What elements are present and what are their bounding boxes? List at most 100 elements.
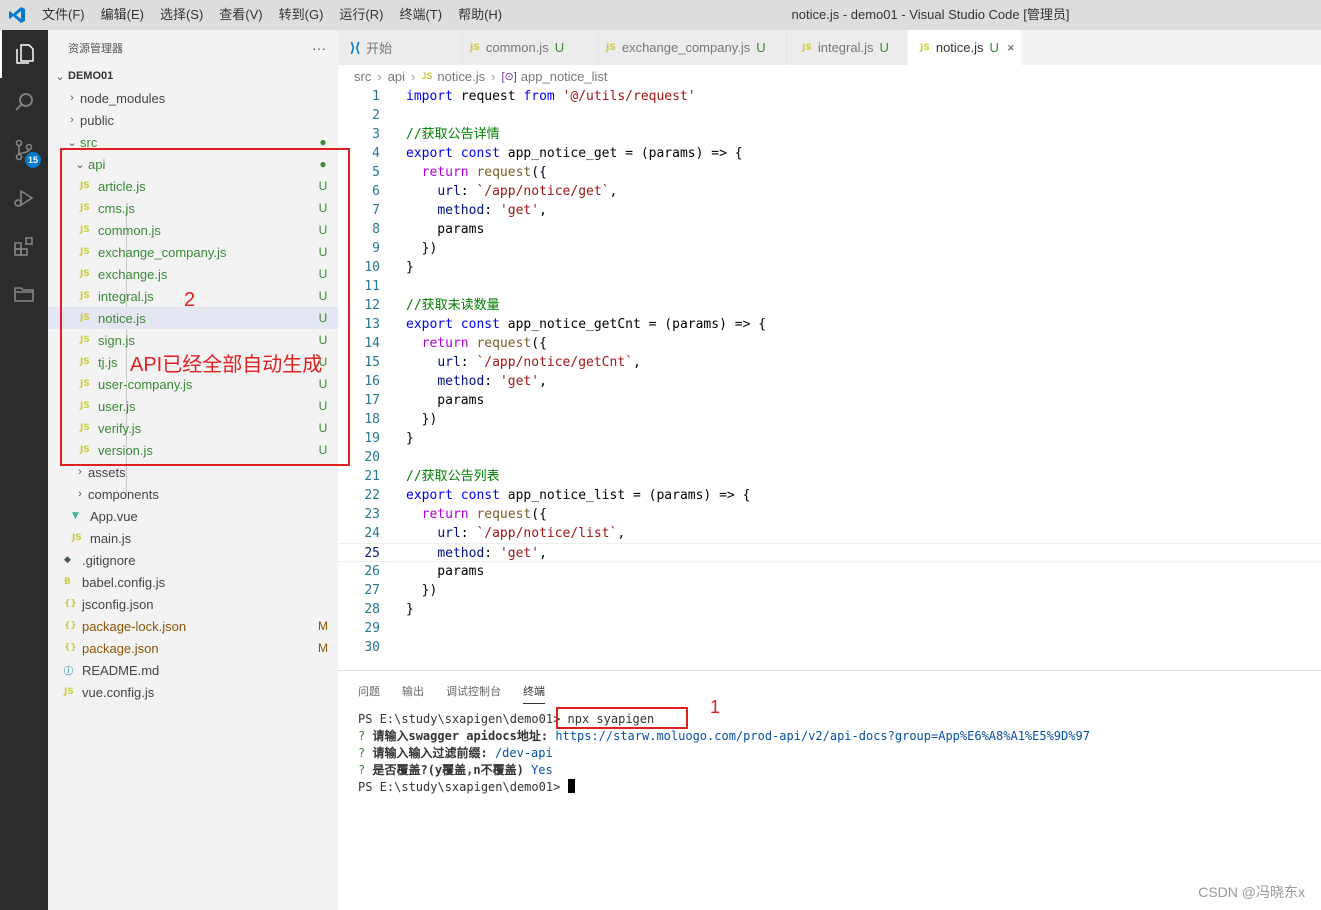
code-line[interactable]: 25 method: 'get', <box>338 543 1321 562</box>
tree-item[interactable]: ▼ App.vue <box>48 505 338 527</box>
menu-item[interactable]: 编辑(E) <box>93 0 152 30</box>
menu-item[interactable]: 转到(G) <box>271 0 332 30</box>
panel-tab[interactable]: 输出 <box>402 675 424 703</box>
more-actions-icon[interactable]: ··· <box>312 40 326 56</box>
tree-item[interactable]: ⓘ README.md <box>48 659 338 681</box>
code-line[interactable]: 4 export const app_notice_get = (params) … <box>338 144 1321 163</box>
breadcrumb-symbol[interactable]: app_notice_list <box>521 69 608 84</box>
breadcrumb-src[interactable]: src <box>354 69 371 84</box>
terminal-cursor <box>567 779 575 793</box>
code-text: //获取公告列表 <box>406 469 500 484</box>
code-line[interactable]: 21 //获取公告列表 <box>338 467 1321 486</box>
tree-item-label: README.md <box>82 662 160 678</box>
menu-item[interactable]: 查看(V) <box>211 0 270 30</box>
tree-item[interactable]: › components <box>48 483 338 505</box>
breadcrumb-file[interactable]: notice.js <box>437 69 485 84</box>
code-line[interactable]: 12//获取未读数量 <box>338 296 1321 315</box>
panel-tab[interactable]: 问题 <box>358 675 380 703</box>
code-text: return request({ <box>421 336 547 351</box>
code-line[interactable]: 6 url: `/app/notice/get`, <box>338 182 1321 201</box>
code-line[interactable]: 15 url: `/app/notice/getCnt`, <box>338 353 1321 372</box>
panel-tab[interactable]: 调试控制台 <box>446 675 501 703</box>
tree-item-label: public <box>80 112 114 128</box>
terminal-question-3: 是否覆盖?(y覆盖,n不覆盖) <box>372 763 524 777</box>
code-line[interactable]: 23 return request({ <box>338 505 1321 524</box>
code-line[interactable]: 22 export const app_notice_list = (params… <box>338 486 1321 505</box>
terminal-question-1: 请输入swagger apidocs地址: <box>372 729 549 743</box>
code-line[interactable]: 27 }) <box>338 581 1321 600</box>
editor-tab[interactable]: JS common.js U <box>458 30 594 65</box>
tree-item[interactable]: {} package-lock.json M <box>48 615 338 637</box>
tree-item[interactable]: Bbabel.config.js <box>48 571 338 593</box>
source-control-icon[interactable]: 15 <box>0 126 48 174</box>
tree-item[interactable]: ◆ .gitignore <box>48 549 338 571</box>
editor-tab[interactable]: ⟩⟨ 开始 <box>338 30 458 65</box>
terminal-link[interactable]: https://starw.moluogo.com/prod-api/v2/ap… <box>555 729 1090 743</box>
tab-label: exchange_company.js <box>621 40 751 55</box>
tree-item[interactable]: {} jsconfig.json <box>48 593 338 615</box>
menu-item[interactable]: 终端(T) <box>391 0 450 30</box>
code-line[interactable]: 24 url: `/app/notice/list`, <box>338 524 1321 543</box>
run-debug-icon[interactable] <box>0 174 48 222</box>
terminal-output[interactable]: PS E:\study\sxapigen\demo01> npx syapige… <box>358 711 1090 796</box>
tree-item[interactable]: › node_modules <box>48 87 338 109</box>
tree-item[interactable]: {} package.json M <box>48 637 338 659</box>
terminal-answer-2: /dev-api <box>494 746 553 760</box>
code-line[interactable]: 11 <box>338 277 1321 296</box>
code-line[interactable]: 13 export const app_notice_getCnt = (para… <box>338 315 1321 334</box>
search-icon[interactable] <box>0 78 48 126</box>
code-line[interactable]: 20 <box>338 448 1321 467</box>
file-type-icon: JS <box>64 687 74 697</box>
tab-label: notice.js <box>935 40 984 55</box>
chevron-down-icon: ⌄ <box>55 70 65 83</box>
code-line[interactable]: 14 return request({ <box>338 334 1321 353</box>
vscode-logo-icon <box>0 6 34 24</box>
code-line[interactable]: 28} <box>338 600 1321 619</box>
code-line[interactable]: 16 method: 'get', <box>338 372 1321 391</box>
tab-git-badge: U <box>756 40 766 55</box>
tree-item[interactable]: JS main.js <box>48 527 338 549</box>
menu-item[interactable]: 运行(R) <box>331 0 391 30</box>
code-line[interactable]: 26 params <box>338 562 1321 581</box>
code-text: url: `/app/notice/list`, <box>437 526 626 541</box>
code-line[interactable]: 18 }) <box>338 410 1321 429</box>
editor-tab[interactable]: JS integral.js U <box>790 30 908 65</box>
code-line[interactable]: 30 <box>338 638 1321 657</box>
menu-item[interactable]: 选择(S) <box>152 0 211 30</box>
code-line[interactable]: 29 <box>338 619 1321 638</box>
menu-item[interactable]: 文件(F) <box>34 0 93 30</box>
breadcrumb-api[interactable]: api <box>388 69 405 84</box>
file-type-icon: JS <box>72 533 82 543</box>
code-line[interactable]: 1 import request from '@/utils/request' <box>338 87 1321 106</box>
tree-item[interactable]: JS vue.config.js <box>48 681 338 703</box>
annotation-api-note: API已经全部自动生成 <box>130 354 323 376</box>
tree-item[interactable]: › public <box>48 109 338 131</box>
line-number: 28 <box>364 602 380 617</box>
code-line[interactable]: 19} <box>338 429 1321 448</box>
code-line[interactable]: 10} <box>338 258 1321 277</box>
code-line[interactable]: 5 return request({ <box>338 163 1321 182</box>
js-file-icon: JS <box>606 42 616 53</box>
code-line[interactable]: 9 }) <box>338 239 1321 258</box>
code-line[interactable]: 17 params <box>338 391 1321 410</box>
folder-icon[interactable] <box>0 270 48 318</box>
editor-tab[interactable]: JS exchange_company.js U <box>594 30 790 65</box>
extensions-icon[interactable] <box>0 222 48 270</box>
panel-tab[interactable]: 终端 <box>523 675 545 704</box>
terminal-prompt: PS E:\study\sxapigen\demo01> <box>358 712 561 726</box>
code-line[interactable]: 8 params <box>338 220 1321 239</box>
editor-tab[interactable]: JS notice.js U × <box>908 30 1022 65</box>
explorer-icon[interactable] <box>0 30 48 78</box>
chevron-right-icon: › <box>411 68 416 84</box>
code-text: method: 'get', <box>437 546 547 561</box>
code-line[interactable]: 3 //获取公告详情 <box>338 125 1321 144</box>
menu-item[interactable]: 帮助(H) <box>450 0 510 30</box>
code-line[interactable]: 2 <box>338 106 1321 125</box>
workspace-root[interactable]: ⌄ DEMO01 <box>48 65 338 87</box>
code-text: method: 'get', <box>437 203 547 218</box>
file-type-icon: {} <box>64 599 77 609</box>
code-line[interactable]: 7 method: 'get', <box>338 201 1321 220</box>
close-icon[interactable]: × <box>1007 40 1015 55</box>
chevron-right-icon: › <box>70 92 74 104</box>
code-editor[interactable]: 1 import request from '@/utils/request' 2 3… <box>338 87 1321 670</box>
